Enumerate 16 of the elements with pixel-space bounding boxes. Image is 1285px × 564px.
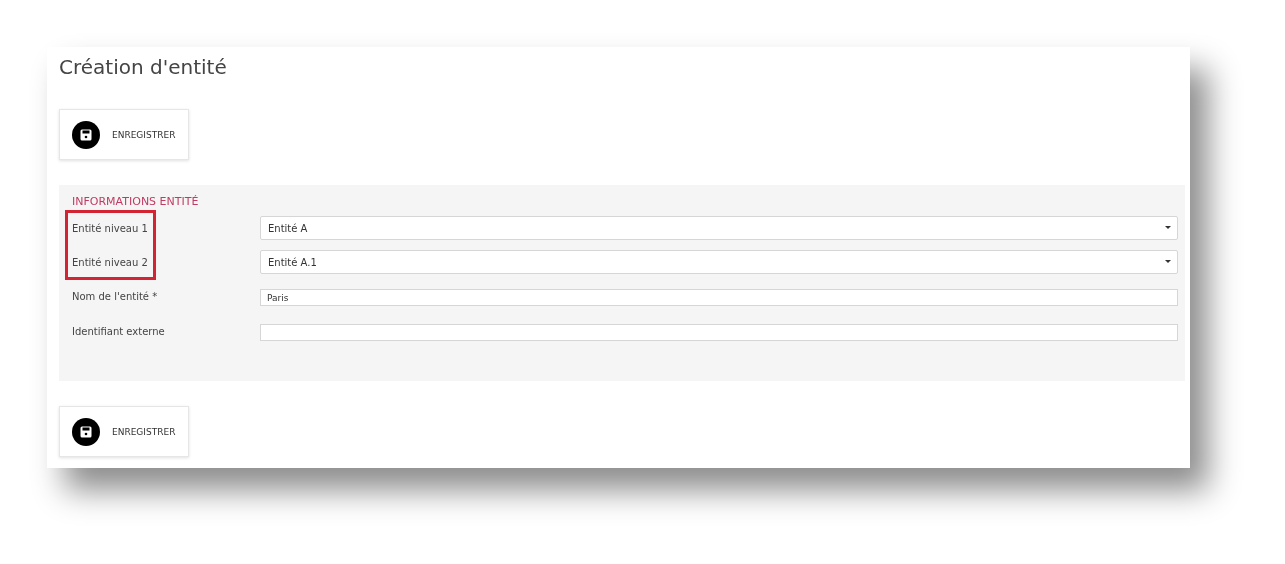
- select-field[interactable]: Entité A: [260, 216, 1178, 240]
- save-button[interactable]: ENREGISTRER: [59, 406, 189, 457]
- save-icon: [72, 120, 100, 149]
- input-field[interactable]: [260, 324, 1178, 341]
- field-label: Nom de l'entité *: [72, 291, 159, 302]
- caret-icon: [1165, 226, 1171, 230]
- save-icon: [72, 417, 100, 446]
- save-button[interactable]: ENREGISTRER: [59, 109, 189, 160]
- page-title: Création d'entité: [59, 55, 228, 79]
- field-label: Entité niveau 1: [72, 222, 149, 234]
- caret-icon: [1165, 260, 1171, 264]
- field-label: Identifiant externe: [72, 326, 166, 337]
- input-field[interactable]: Paris: [260, 289, 1178, 306]
- field-label: Entité niveau 2: [72, 256, 149, 268]
- section-title: INFORMATIONS ENTITÉ: [72, 195, 200, 208]
- select-field[interactable]: Entité A.1: [260, 250, 1178, 274]
